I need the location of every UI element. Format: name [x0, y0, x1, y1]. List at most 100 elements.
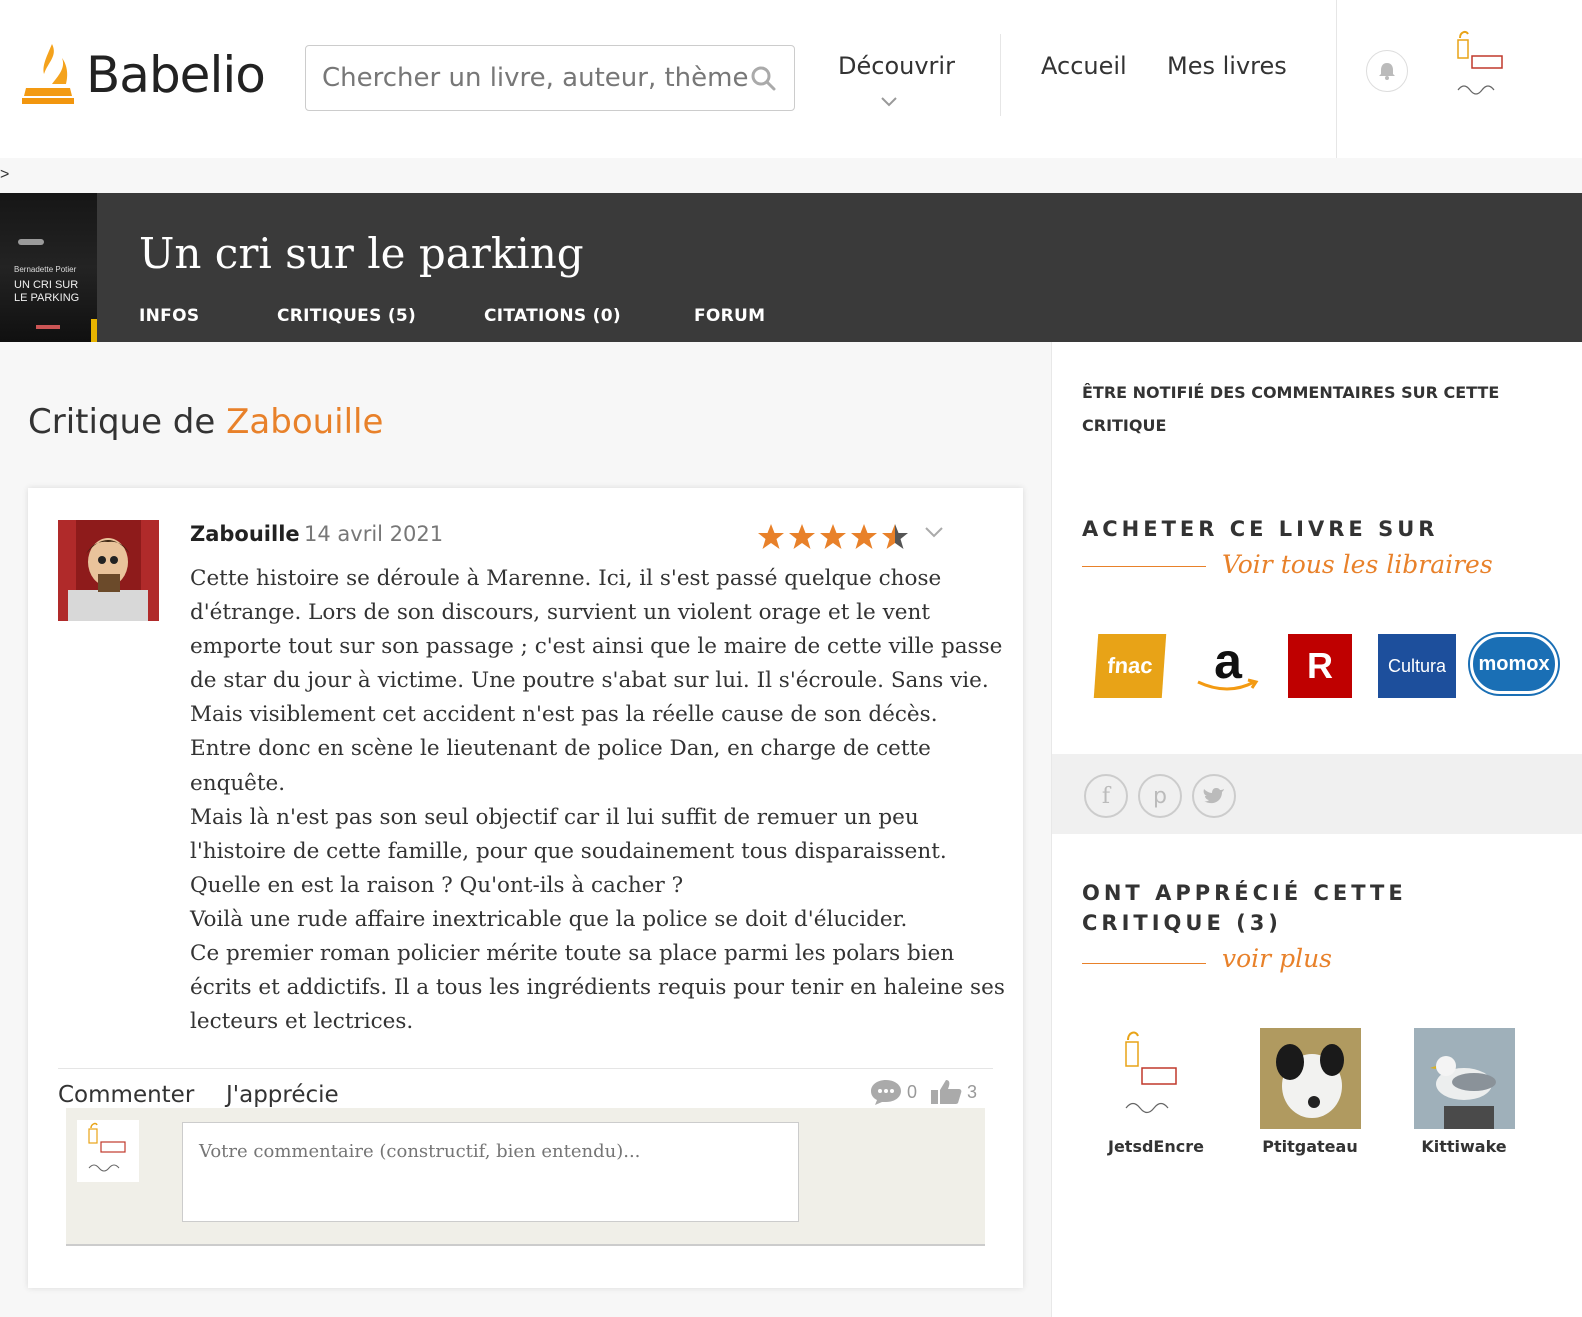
amazon-smile-icon — [1197, 678, 1259, 691]
like-count-value: 3 — [967, 1081, 978, 1102]
book-banner: Bernadette Potier UN CRI SUR LE PARKING … — [0, 193, 1582, 342]
all-booksellers-link[interactable]: Voir tous les libraires — [1222, 550, 1493, 579]
store-logos: fnac a R Cultura momox — [1093, 634, 1576, 704]
review-line: Mais visiblement cet accident n'est pas … — [190, 702, 938, 728]
notify-link[interactable]: ÊTRE NOTIFIÉ DES COMMENTAIRES SUR CETTE … — [1082, 376, 1512, 442]
review-line: d'étrange. Lors de son discours, survien… — [190, 600, 930, 626]
share-facebook-button[interactable]: f — [1084, 774, 1128, 818]
jets-dencre-logo — [1124, 1031, 1177, 1114]
liker-name[interactable]: Kittiwake — [1404, 1137, 1524, 1156]
sidebar: ÊTRE NOTIFIÉ DES COMMENTAIRES SUR CETTE … — [1052, 342, 1582, 1317]
liker-avatar — [1259, 1028, 1361, 1129]
store-fnac[interactable]: fnac — [1093, 634, 1167, 698]
nav-divider — [1336, 0, 1337, 158]
search-input[interactable] — [322, 63, 748, 93]
dog-photo — [1259, 1028, 1361, 1129]
nav-discover[interactable]: Découvrir — [838, 52, 955, 80]
review-line: Mais là n'est pas son seul objectif car … — [190, 804, 919, 830]
breadcrumb[interactable]: > — [0, 166, 9, 184]
review-heading: Critique de Zabouille — [28, 402, 383, 442]
store-cultura-label: Cultura — [1387, 655, 1447, 676]
pinterest-icon: p — [1153, 783, 1167, 809]
nav-home[interactable]: Accueil — [1041, 52, 1127, 80]
orange-divider — [1082, 963, 1206, 964]
review-line: lecteurs et lectrices. — [190, 1009, 414, 1035]
review-line: Quelle en est la raison ? Qu'ont-ils à c… — [190, 872, 684, 898]
thumbs-up-icon — [931, 1080, 962, 1104]
rating-stars — [756, 522, 910, 552]
logo-text: Babelio — [86, 46, 266, 104]
reviewer-name[interactable]: Zabouille — [190, 522, 300, 546]
book-title[interactable]: Un cri sur le parking — [139, 229, 584, 278]
book-cover[interactable]: Bernadette Potier UN CRI SUR LE PARKING — [0, 193, 97, 342]
liker-item[interactable]: Kittiwake — [1404, 1028, 1524, 1156]
twitter-icon — [1203, 788, 1224, 804]
store-cultura[interactable]: Cultura — [1378, 634, 1456, 698]
cover-publisher-mark — [36, 325, 60, 329]
share-twitter-button[interactable] — [1192, 774, 1236, 818]
liker-name[interactable]: JetsdEncre — [1096, 1137, 1216, 1156]
liker-name[interactable]: Ptitgateau — [1250, 1137, 1370, 1156]
chevron-down-icon[interactable] — [880, 96, 898, 108]
review-card: Zabouille 14 avril 2021 Cette histoire s… — [28, 488, 1023, 1288]
review-line: l'histoire de cette famille, pour que so… — [190, 838, 947, 864]
babelio-logo[interactable]: Babelio — [22, 40, 266, 110]
star-icon — [758, 524, 784, 549]
notifications-button[interactable] — [1366, 50, 1408, 92]
commenter-avatar — [77, 1120, 139, 1182]
comment-icon — [871, 1080, 901, 1105]
star-icon — [851, 524, 877, 549]
tab-infos[interactable]: INFOS — [139, 306, 199, 326]
comment-count[interactable]: 0 — [869, 1078, 917, 1106]
search-icon[interactable] — [748, 63, 778, 93]
store-momox[interactable]: momox — [1470, 634, 1558, 694]
share-pinterest-button[interactable]: p — [1138, 774, 1182, 818]
jets-dencre-logo — [88, 1122, 126, 1172]
comment-input[interactable] — [182, 1122, 799, 1222]
cover-strip — [91, 319, 97, 342]
cover-title: UN CRI SUR LE PARKING — [14, 279, 80, 304]
user-avatar[interactable] — [1452, 30, 1506, 106]
review-line: Entre donc en scène le lieutenant de pol… — [190, 736, 931, 762]
review-line: de star du jour à victime. Une poutre s'… — [190, 668, 989, 694]
store-momox-label: momox — [1478, 652, 1550, 675]
review-heading-author[interactable]: Zabouille — [226, 402, 383, 442]
buy-section-title: ACHETER CE LIVRE SUR — [1082, 517, 1439, 541]
bell-icon — [1379, 63, 1395, 80]
store-rakuten[interactable]: R — [1288, 634, 1352, 698]
chevron-down-icon[interactable] — [924, 526, 944, 540]
store-amazon[interactable]: a — [1188, 634, 1268, 698]
tab-critiques[interactable]: CRITIQUES (5) — [277, 306, 416, 326]
liker-avatar — [1413, 1028, 1515, 1129]
nav-my-books[interactable]: Mes livres — [1167, 52, 1287, 80]
star-icon — [882, 524, 908, 549]
orange-divider — [1082, 566, 1206, 567]
reviewer-avatar-image — [58, 520, 159, 621]
logo-flame-icon — [22, 44, 74, 104]
review-line: écrits et addictifs. Il a tous les ingré… — [190, 975, 1005, 1001]
comment-button[interactable]: Commenter — [58, 1082, 194, 1108]
tab-forum[interactable]: FORUM — [694, 306, 765, 326]
liker-item[interactable]: Ptitgateau — [1250, 1028, 1370, 1156]
liker-avatar — [1105, 1028, 1207, 1129]
comment-form — [66, 1108, 985, 1246]
review-line: Cette histoire se déroule à Marenne. Ici… — [190, 566, 942, 591]
see-more-link[interactable]: voir plus — [1222, 944, 1332, 973]
like-count[interactable]: 3 — [929, 1078, 977, 1106]
review-text: Cette histoire se déroule à Marenne. Ici… — [190, 562, 1005, 1039]
review-line: Voilà une rude affaire inextricable que … — [190, 906, 908, 932]
star-icon — [820, 524, 846, 549]
facebook-icon: f — [1101, 783, 1111, 809]
reviewer-avatar[interactable] — [58, 520, 159, 621]
liker-item[interactable]: JetsdEncre — [1096, 1028, 1216, 1156]
appreciated-section-title: ONT APPRÉCIÉ CETTE CRITIQUE (3) — [1082, 881, 1407, 935]
review-line: emporte tout sur son passage ; c'est ain… — [190, 634, 1003, 660]
search-box[interactable] — [305, 45, 795, 111]
site-header: Babelio Découvrir Accueil Mes livres — [0, 0, 1582, 158]
tab-citations[interactable]: CITATIONS (0) — [484, 306, 621, 326]
review-heading-prefix: Critique de — [28, 402, 227, 442]
like-button[interactable]: J'apprécie — [226, 1082, 339, 1108]
jets-dencre-logo — [1457, 30, 1503, 95]
star-icon — [789, 524, 815, 549]
share-bar: f p — [1052, 754, 1582, 834]
